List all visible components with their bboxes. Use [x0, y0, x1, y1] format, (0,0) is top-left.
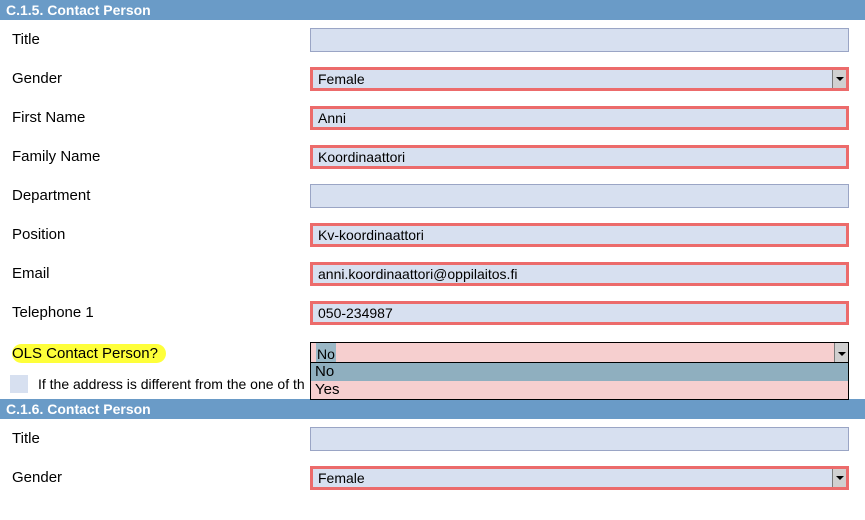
label-gender: Gender [10, 70, 310, 87]
ols-dropdown-list[interactable]: No Yes [310, 362, 849, 400]
select-gender[interactable]: Female [310, 67, 849, 91]
checkbox-address-diff[interactable] [10, 375, 28, 393]
chevron-down-icon[interactable] [832, 70, 846, 88]
section-header-c16: C.1.6. Contact Person [0, 399, 865, 419]
row-family-name: Family Name Koordinaattori [0, 137, 865, 176]
input-email[interactable]: anni.koordinaattori@oppilaitos.fi [310, 262, 849, 286]
row-gender-c16: Gender Female [0, 458, 865, 497]
row-email: Email anni.koordinaattori@oppilaitos.fi [0, 254, 865, 293]
row-gender: Gender Female [0, 59, 865, 98]
row-title: Title [0, 20, 865, 59]
label-title: Title [10, 31, 310, 48]
label-first-name: First Name [10, 109, 310, 126]
label-telephone1: Telephone 1 [10, 304, 310, 321]
input-position[interactable]: Kv-koordinaattori [310, 223, 849, 247]
row-position: Position Kv-koordinaattori [0, 215, 865, 254]
row-department: Department [0, 176, 865, 215]
label-title-c16: Title [10, 430, 310, 447]
label-address-diff: If the address is different from the one… [38, 376, 305, 392]
input-first-name[interactable]: Anni [310, 106, 849, 130]
select-gender-c16-value: Female [318, 470, 365, 486]
label-family-name: Family Name [10, 148, 310, 165]
label-ols-contact: OLS Contact Person? [10, 344, 310, 363]
label-position: Position [10, 226, 310, 243]
label-email: Email [10, 265, 310, 282]
row-title-c16: Title [0, 419, 865, 458]
input-title[interactable] [310, 28, 849, 52]
label-department: Department [10, 187, 310, 204]
row-ols-contact: OLS Contact Person? No No Yes [0, 332, 865, 371]
input-family-name[interactable]: Koordinaattori [310, 145, 849, 169]
chevron-down-icon[interactable] [832, 469, 846, 487]
label-gender-c16: Gender [10, 469, 310, 486]
ols-option-no[interactable]: No [311, 363, 848, 381]
input-telephone1[interactable]: 050-234987 [310, 301, 849, 325]
input-department[interactable] [310, 184, 849, 208]
ols-option-yes[interactable]: Yes [311, 381, 848, 399]
input-title-c16[interactable] [310, 427, 849, 451]
section-header-c15: C.1.5. Contact Person [0, 0, 865, 20]
row-telephone1: Telephone 1 050-234987 [0, 293, 865, 332]
select-gender-value: Female [318, 71, 365, 87]
select-gender-c16[interactable]: Female [310, 466, 849, 490]
row-first-name: First Name Anni [0, 98, 865, 137]
label-ols-contact-text: OLS Contact Person? [12, 344, 166, 363]
